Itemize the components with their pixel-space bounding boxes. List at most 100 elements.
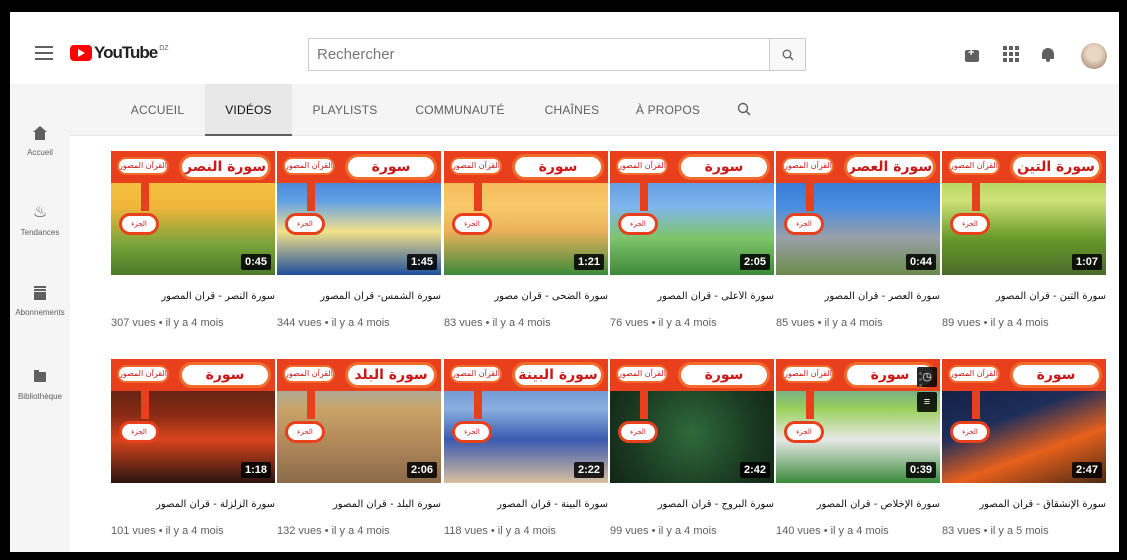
part-label: الجزء الثلاثون <box>119 421 159 443</box>
sidebar-item-library[interactable]: Bibliothèque <box>10 370 70 401</box>
video-duration: 0:39 <box>905 462 936 478</box>
series-label: القرآن المصور <box>948 365 1000 383</box>
part-label: الجزء الثلاثون <box>618 421 658 443</box>
thumbnail-ribbon <box>972 181 980 211</box>
video-title[interactable]: سورة الإخلاص - قرآن المصور <box>776 499 940 510</box>
tab-playlists[interactable]: PLAYLISTS <box>300 84 390 136</box>
video-title[interactable]: سورة النصر - قرآن المصور <box>111 291 275 302</box>
video-duration: 1:07 <box>1071 254 1102 270</box>
video-thumbnail[interactable]: القرآن المصور سورة العصر الجزء الثلاثون 0:4… <box>776 151 940 275</box>
surah-title: سورة الزلزلة <box>179 362 271 388</box>
surah-title: سورة البروج <box>678 362 770 388</box>
video-thumbnail[interactable]: القرآن المصور سورة الزلزلة الجزء الثلاثون 1… <box>111 359 275 483</box>
part-label: الجزء الثلاثون <box>618 213 658 235</box>
video-title[interactable]: سورة العصر - قرآن المصور <box>776 291 940 302</box>
apps-icon[interactable] <box>1003 46 1019 62</box>
thumbnail-ribbon <box>972 389 980 419</box>
surah-title: سورة البينة <box>512 362 604 388</box>
search-button[interactable] <box>770 38 806 71</box>
thumbnail-ribbon <box>141 389 149 419</box>
country-code: DZ <box>159 45 169 52</box>
video-thumbnail[interactable]: القرآن المصور سورة التين الجزء الثلاثون 1:0… <box>942 151 1106 275</box>
sidebar-item-home[interactable]: Accueil <box>10 126 70 157</box>
video-title[interactable]: سورة البينة - قرآن المصور <box>444 499 608 510</box>
sidebar-item-label: Abonnements <box>15 308 65 317</box>
youtube-logo[interactable]: YouTube DZ <box>70 43 169 62</box>
video-title[interactable]: سورة التين - قرآن المصور <box>942 291 1106 302</box>
series-label: القرآن المصور <box>117 365 169 383</box>
video-grid: القرآن المصور سورة النصر الجزء الثلاثون 0:4… <box>70 137 1119 552</box>
sidebar-item-label: Tendances <box>20 228 60 237</box>
surah-title: سورة العصر <box>844 154 936 180</box>
series-label: القرآن المصور <box>782 157 834 175</box>
video-title[interactable]: سورة البلد - قرآن المصور <box>277 499 441 510</box>
tab-videos[interactable]: VIDÉOS <box>205 84 292 136</box>
video-meta: 101 vues • il y a 4 mois <box>111 525 224 537</box>
video-title[interactable]: سورة الضحى - قرآن مصور <box>444 291 608 302</box>
video-meta: 85 vues • il y a 4 mois <box>776 317 883 329</box>
tab-home[interactable]: ACCUEIL <box>110 84 205 136</box>
series-label: القرآن المصور <box>616 365 668 383</box>
surah-title: سورة التين <box>1010 154 1102 180</box>
video-thumbnail[interactable]: القرآن المصور سورة الضحى الجزء الثلاثون 1:2… <box>444 151 608 275</box>
guide-sidebar: Accueil ♨ Tendances Abonnements Biblioth… <box>10 84 70 552</box>
video-title[interactable]: سورة البروج - قرآن المصور <box>610 499 774 510</box>
video-thumbnail[interactable]: القرآن المصور سورة الشمس الجزء الثلاثون 1:4… <box>277 151 441 275</box>
video-duration: 1:21 <box>573 254 604 270</box>
part-label: الجزء الثلاثون <box>452 213 492 235</box>
video-thumbnail[interactable]: القرآن المصور سورة الأعلى الجزء الثلاثون 2:… <box>610 151 774 275</box>
channel-tabs: ACCUEIL VIDÉOS PLAYLISTS COMMUNAUTÉ CHAÎ… <box>70 84 1119 136</box>
surah-title: سورة النصر <box>179 154 271 180</box>
series-label: القرآن المصور <box>616 157 668 175</box>
video-duration: 0:44 <box>905 254 936 270</box>
video-meta: 344 vues • il y a 4 mois <box>277 317 390 329</box>
video-thumbnail[interactable]: القرآن المصور سورة الإنشقاق الجزء الثلاثون… <box>942 359 1106 483</box>
video-duration: 2:06 <box>406 462 437 478</box>
add-to-queue-icon[interactable]: ≡ <box>917 392 937 412</box>
search-input[interactable]: Rechercher <box>308 38 770 71</box>
series-label: القرآن المصور <box>450 157 502 175</box>
video-meta: 132 vues • il y a 4 mois <box>277 525 390 537</box>
part-label: الجزء الثلاثون <box>784 213 824 235</box>
create-video-icon[interactable] <box>965 47 979 62</box>
part-label: الجزء الثلاثون <box>452 421 492 443</box>
logo-text: YouTube <box>94 43 158 62</box>
thumbnail-ribbon <box>806 181 814 211</box>
video-thumbnail[interactable]: القرآن المصور سورة البينة الجزء الثلاثون 2:… <box>444 359 608 483</box>
thumbnail-ribbon <box>307 389 315 419</box>
video-duration: 2:05 <box>739 254 770 270</box>
play-logo-icon <box>70 45 92 61</box>
tab-about[interactable]: À PROPOS <box>628 84 708 136</box>
video-title[interactable]: سورة الشمس- قرآن المصور <box>277 291 441 302</box>
sidebar-item-subscriptions[interactable]: Abonnements <box>10 286 70 317</box>
series-label: القرآن المصور <box>450 365 502 383</box>
video-title[interactable]: سورة الزلزلة - قرآن المصور <box>111 499 275 510</box>
tab-channels[interactable]: CHAÎNES <box>532 84 612 136</box>
subscriptions-icon <box>34 286 46 300</box>
thumbnail-ribbon <box>640 389 648 419</box>
thumbnail-ribbon <box>141 181 149 211</box>
video-thumbnail[interactable]: القرآن المصور سورة البروج الجزء الثلاثون 2:… <box>610 359 774 483</box>
video-thumbnail[interactable]: القرآن المصور سورة النصر الجزء الثلاثون 0:4… <box>111 151 275 275</box>
part-label: الجزء الثلاثون <box>285 421 325 443</box>
surah-title: سورة الشمس <box>345 154 437 180</box>
more-actions-icon[interactable] <box>919 372 923 390</box>
video-meta: 83 vues • il y a 4 mois <box>444 317 551 329</box>
notifications-icon[interactable] <box>1042 46 1054 62</box>
avatar[interactable] <box>1081 43 1107 69</box>
sidebar-item-label: Bibliothèque <box>17 392 63 401</box>
video-title[interactable]: سورة الإنشقاق - قرآن المصور <box>942 499 1106 510</box>
thumbnail-ribbon <box>640 181 648 211</box>
video-meta: 76 vues • il y a 4 mois <box>610 317 717 329</box>
menu-icon[interactable] <box>35 46 53 60</box>
tab-community[interactable]: COMMUNAUTÉ <box>408 84 512 136</box>
video-duration: 0:45 <box>240 254 271 270</box>
surah-title: سورة الإنشقاق <box>1010 362 1102 388</box>
video-thumbnail[interactable]: القرآن المصورسورة الإخلاصالجزء الثلاثون0… <box>776 359 940 483</box>
sidebar-item-trending[interactable]: ♨ Tendances <box>10 204 70 237</box>
series-label: القرآن المصور <box>117 157 169 175</box>
channel-search-button[interactable] <box>737 102 751 121</box>
video-thumbnail[interactable]: القرآن المصور سورة البلد الجزء الثلاثون 2:0… <box>277 359 441 483</box>
video-title[interactable]: سورة الأعلى - قرآن المصور <box>610 291 774 302</box>
part-label: الجزء الثلاثون <box>950 213 990 235</box>
